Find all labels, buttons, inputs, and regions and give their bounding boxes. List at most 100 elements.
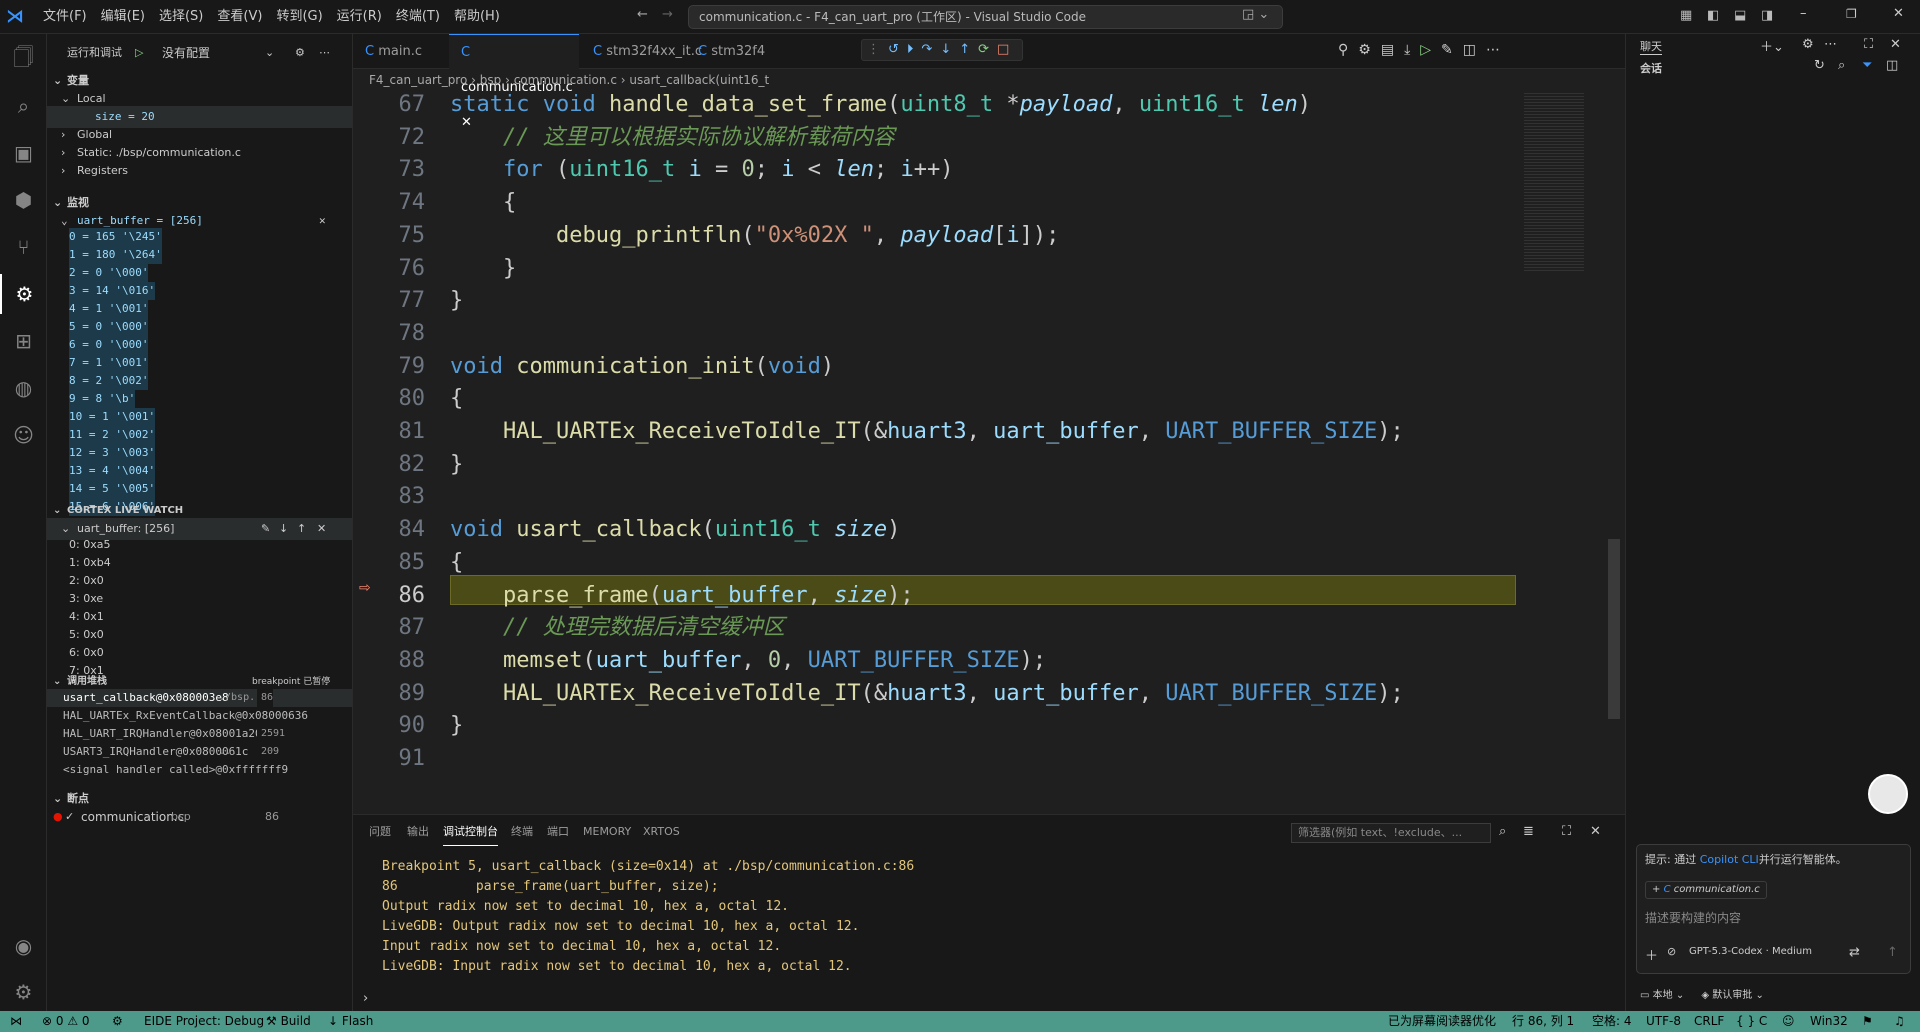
clean-icon[interactable]: ✎ <box>1441 42 1463 58</box>
restore-icon[interactable]: ❐ <box>1846 7 1857 21</box>
debug-icon[interactable]: ⚙ <box>112 1011 123 1032</box>
tip-link[interactable]: Copilot CLI <box>1700 853 1759 866</box>
tab-0[interactable]: C main.c <box>353 34 422 69</box>
menu-item[interactable]: 帮助(H) <box>447 0 507 34</box>
scrollbar[interactable] <box>1608 539 1620 719</box>
toggle-panel-icon[interactable]: ⬓ <box>1734 8 1746 23</box>
continue-icon[interactable]: ⏵ <box>907 42 922 57</box>
breadcrumb-item[interactable]: usart_callback(uint16_t <box>629 73 769 87</box>
more-actions-icon[interactable]: ⋯ <box>1486 42 1510 58</box>
problems-status[interactable]: ⊗ 0 ⚠ 0 <box>42 1011 90 1032</box>
toggle-sidebar-icon[interactable]: ◧ <box>1707 8 1719 23</box>
filter-icon[interactable]: ⏷ <box>1862 58 1872 73</box>
panel-tab[interactable]: 终端 <box>511 815 533 849</box>
callstack-frame[interactable]: usart_callback@0x080003e8 ./bsp... 86 <box>47 689 352 707</box>
chat-settings-icon[interactable]: ⚙ <box>1802 37 1814 52</box>
watch-item[interactable]: 1 = 180 '\264' <box>47 246 352 264</box>
watch-item[interactable]: 5 = 0 '\000' <box>47 318 352 336</box>
watch-item[interactable]: 3 = 14 '\016' <box>47 282 352 300</box>
panel-tab[interactable]: 问题 <box>369 815 391 849</box>
menu-item[interactable]: 编辑(E) <box>94 0 152 34</box>
panel-tab[interactable]: 调试控制台 <box>443 818 498 846</box>
tab-1[interactable]: C communication.c ✕ <box>449 34 579 130</box>
menu-item[interactable]: 查看(V) <box>210 0 269 34</box>
menu-item[interactable]: 选择(S) <box>152 0 210 34</box>
split-editor-icon[interactable]: ◫ <box>1463 42 1486 58</box>
watch-item[interactable]: 4 = 1 '\001' <box>47 300 352 318</box>
menu-item[interactable]: 文件(F) <box>36 0 94 34</box>
debug-settings-icon[interactable]: ⚙ <box>295 42 305 64</box>
live-watch-item[interactable]: 0: 0xa5 <box>47 536 352 554</box>
copilot-icon[interactable]: ◲ ⌄ <box>1242 7 1269 22</box>
debug-select-icon[interactable]: ⚲ <box>1338 42 1358 58</box>
menu-item[interactable]: 终端(T) <box>389 0 447 34</box>
tab-3[interactable]: C stm32f4 <box>686 34 765 69</box>
more-icon[interactable]: ⋯ <box>319 42 330 64</box>
minimize-icon[interactable]: – <box>1800 6 1807 21</box>
clear-console-icon[interactable]: ≣ <box>1523 824 1534 839</box>
chat-input[interactable]: 描述要构建的内容 <box>1645 909 1741 926</box>
new-chat-icon[interactable]: ＋⌄ <box>1760 36 1784 55</box>
model-picker[interactable]: GPT-5.3-Codex · Medium <box>1689 946 1812 957</box>
copilot-status-icon[interactable]: ☺ <box>1782 1011 1795 1032</box>
watch-item[interactable]: 11 = 2 '\002' <box>47 426 352 444</box>
attach-icon[interactable]: ＋ <box>1645 945 1658 964</box>
maximize-panel-icon[interactable]: ⛶ <box>1562 824 1571 839</box>
bell-icon[interactable]: ♫ <box>1894 1011 1905 1032</box>
breadcrumb-item[interactable]: F4_can_uart_pro <box>369 73 467 87</box>
python-icon[interactable]: ◍ <box>0 368 47 408</box>
chat-search-icon[interactable]: ⌕ <box>1838 58 1845 73</box>
watch-item[interactable]: 12 = 3 '\003' <box>47 444 352 462</box>
layout-toggle-icon[interactable]: ◫ <box>1886 58 1898 73</box>
close-panel-icon[interactable]: ✕ <box>1590 824 1601 839</box>
console-filter[interactable]: 筛选器(例如 text、!exclude、... <box>1291 823 1491 843</box>
local-mode[interactable]: 本地 <box>1653 990 1673 1001</box>
extensions-icon[interactable]: ⊞ <box>0 321 47 361</box>
download-icon[interactable]: ⤓ <box>1404 42 1420 58</box>
live-watch-item[interactable]: 5: 0x0 <box>47 626 352 644</box>
chip-icon[interactable]: ▣ <box>0 133 47 173</box>
toggle-secondary-sidebar-icon[interactable]: ◨ <box>1761 8 1773 23</box>
callstack-frame[interactable]: HAL_UART_IRQHandler@0x08001a20 2591 <box>47 725 352 743</box>
refresh-icon[interactable]: ↻ <box>1814 58 1825 73</box>
watch-item[interactable]: 0 = 165 '\245' <box>47 228 352 246</box>
tab-2[interactable]: C stm32f4xx_it.c <box>581 34 702 69</box>
watch-item[interactable]: 13 = 4 '\004' <box>47 462 352 480</box>
registers-scope[interactable]: › Registers <box>47 160 352 182</box>
restart-frame-icon[interactable]: ↺ <box>888 42 907 57</box>
drag-handle-icon[interactable]: ⋮ <box>867 42 888 57</box>
build-status[interactable]: ⚒ Build <box>266 1011 311 1032</box>
send-icon[interactable]: ↑ <box>1887 945 1898 960</box>
platform[interactable]: Win32 <box>1810 1011 1848 1032</box>
chat-close-icon[interactable]: ✕ <box>1890 37 1901 52</box>
live-watch-item[interactable]: 1: 0xb4 <box>47 554 352 572</box>
step-out-icon[interactable]: ↑ <box>959 42 978 57</box>
source-control-icon[interactable]: ⑂ <box>0 227 47 267</box>
watch-item[interactable]: 10 = 1 '\001' <box>47 408 352 426</box>
restart-icon[interactable]: ⟳ <box>978 42 997 57</box>
panel-tab[interactable]: MEMORY <box>583 815 631 849</box>
eol[interactable]: CRLF <box>1694 1011 1724 1032</box>
menu-item[interactable]: 转到(G) <box>269 0 329 34</box>
live-watch-item[interactable]: 4: 0x1 <box>47 608 352 626</box>
robot-icon[interactable]: ☺ <box>0 415 47 455</box>
chevron-down-icon[interactable]: ⌄ <box>265 42 274 64</box>
panel-tab[interactable]: 输出 <box>407 815 429 849</box>
forward-icon[interactable]: → <box>662 7 673 22</box>
context-chip[interactable]: + C communication.c <box>1645 881 1767 899</box>
indentation[interactable]: 空格: 4 <box>1592 1011 1632 1032</box>
build-icon[interactable]: ▤ <box>1381 42 1404 58</box>
gear-icon[interactable]: ⚙ <box>1358 42 1381 58</box>
checkbox-icon[interactable]: ✓ <box>65 806 74 828</box>
minimap[interactable] <box>1524 91 1584 271</box>
layout-icon[interactable]: ▦ <box>1680 8 1692 23</box>
menu-item[interactable]: 运行(R) <box>330 0 389 34</box>
step-over-icon[interactable]: ↷ <box>921 42 940 57</box>
close-window-icon[interactable]: ✕ <box>1893 6 1904 21</box>
console-prompt-icon[interactable]: › <box>363 991 368 1006</box>
live-watch-item[interactable]: 6: 0x0 <box>47 644 352 662</box>
start-debug-icon[interactable]: ▷ <box>135 42 143 64</box>
command-center[interactable]: communication.c - F4_can_uart_pro (工作区) … <box>688 5 1283 29</box>
notifications-icon[interactable]: ⚑ <box>1862 1011 1873 1032</box>
package-icon[interactable]: ⬢ <box>0 180 47 220</box>
